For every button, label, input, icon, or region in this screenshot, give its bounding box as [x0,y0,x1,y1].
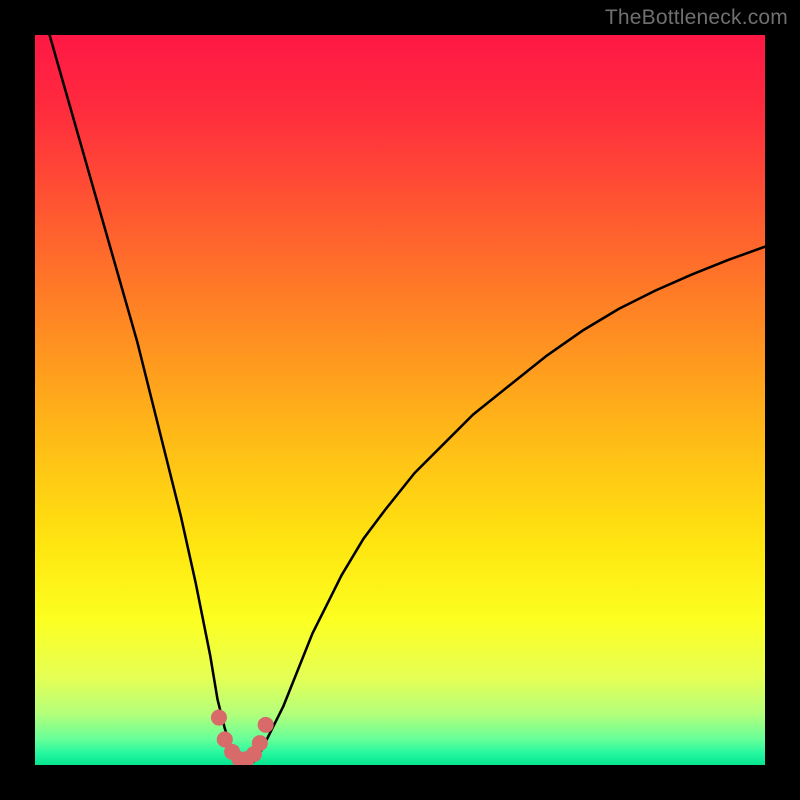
plot-area [35,35,765,765]
chart-frame: TheBottleneck.com [0,0,800,800]
marker-dot [258,718,273,733]
marker-dot [212,710,227,725]
watermark-text: TheBottleneck.com [605,6,788,30]
bottom-cluster-markers [212,710,273,765]
marker-dot [253,736,268,751]
chart-svg [35,35,765,765]
bottleneck-curve [50,35,765,765]
